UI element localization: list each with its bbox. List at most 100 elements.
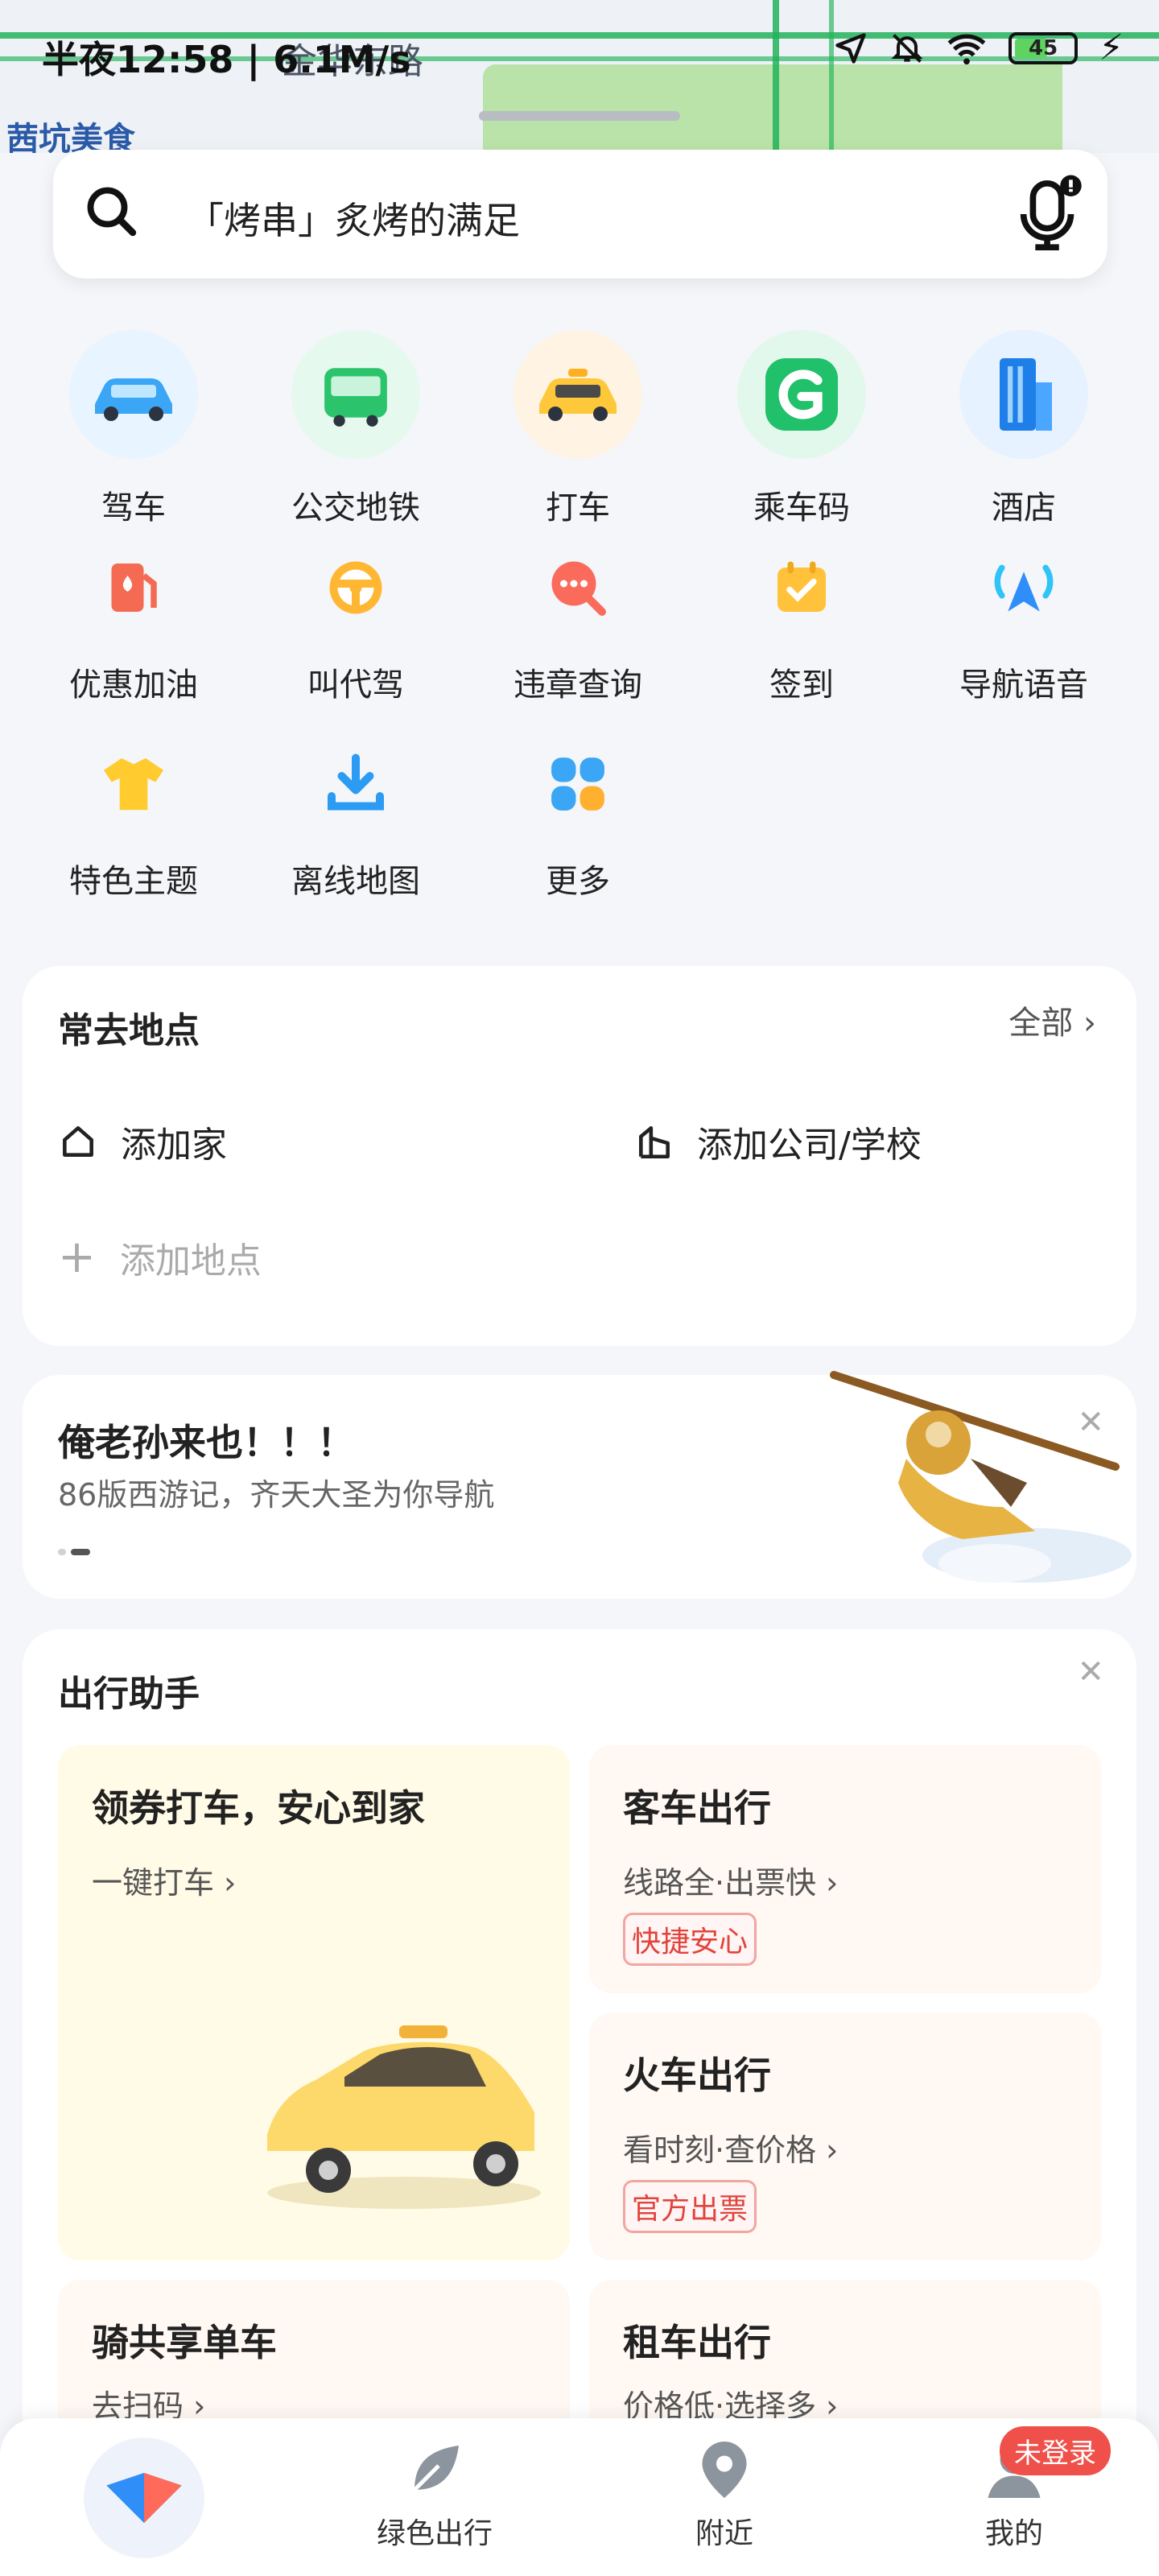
status-time: 半夜12:58 | 6.1M/s: [42, 38, 411, 81]
grid-item-checkin[interactable]: 签到: [713, 539, 890, 705]
banner-pagination: [58, 1549, 90, 1555]
car-icon: [95, 378, 172, 421]
violation-search-icon: [551, 561, 606, 616]
tshirt-icon: [103, 758, 164, 811]
grid-item-ride-code[interactable]: 乘车码: [713, 330, 890, 528]
add-home-button[interactable]: 添加家: [58, 1116, 227, 1167]
grid-item-label: 打车: [546, 489, 610, 526]
battery-icon: 45: [1008, 32, 1079, 64]
panel-subtitle: 一键打车 ›: [92, 1865, 237, 1901]
close-icon[interactable]: ✕: [1077, 1653, 1104, 1690]
microphone-icon[interactable]: [1016, 174, 1083, 254]
grid-item-drive[interactable]: 驾车: [45, 330, 222, 528]
search-icon: [87, 187, 137, 237]
more-grid-icon: [551, 758, 604, 811]
grid-item-more[interactable]: 更多: [489, 736, 666, 902]
hotel-icon: [1000, 358, 1052, 431]
nav-nearby[interactable]: 附近: [644, 2438, 805, 2552]
grid-item-label: 优惠加油: [69, 667, 198, 704]
grid-item-hotel[interactable]: 酒店: [935, 330, 1112, 528]
status-icons: 45 ⚡: [833, 31, 1124, 66]
ride-code-icon: [765, 358, 838, 431]
panel-tag: 官方出票: [623, 2180, 757, 2233]
grid-item-fuel[interactable]: 优惠加油: [45, 539, 222, 705]
grid-item-label: 公交地铁: [291, 489, 420, 526]
steering-wheel-icon: [329, 561, 382, 614]
map-poi-label: 文化: [6, 147, 71, 153]
nav-label: 绿色出行: [376, 2517, 493, 2550]
panel-title: 骑共享单车: [92, 2321, 277, 2364]
grid-item-label: 驾车: [101, 489, 166, 526]
grid-item-label: 特色主题: [69, 863, 198, 900]
navigation-voice-icon: [994, 564, 1054, 612]
wifi-icon: [947, 34, 986, 65]
promo-banner[interactable]: 俺老孙来也！！！ 86版西游记，齐天大圣为你导航 ✕: [23, 1371, 1136, 1599]
grid-item-offline-map[interactable]: 离线地图: [267, 736, 444, 902]
search-bar[interactable]: 「烤串」炙烤的满足: [53, 150, 1107, 279]
grid-item-label: 更多: [546, 863, 610, 900]
grid-item-violation[interactable]: 违章查询: [489, 539, 666, 705]
grid-item-label: 叫代驾: [307, 667, 404, 704]
battery-level: 45: [1029, 36, 1058, 60]
bus-icon: [324, 368, 387, 427]
calendar-check-icon: [777, 561, 826, 612]
taxi-coupon-panel[interactable]: 领券打车，安心到家 一键打车 ›: [58, 1745, 570, 2260]
location-arrow-icon: [835, 33, 866, 64]
assistant-title: 出行助手: [58, 1674, 200, 1715]
panel-subtitle: 线路全·出票快 ›: [623, 1865, 839, 1901]
nav-home[interactable]: [84, 2438, 204, 2558]
login-badge: 未登录: [1000, 2426, 1111, 2475]
frequent-places-card: 常去地点 全部 › 添加家 添加公司/学校 + 添加地点: [23, 966, 1136, 1346]
train-panel[interactable]: 火车出行 看时刻·查价格 › 官方出票: [589, 2013, 1101, 2260]
search-placeholder: 「烤串」炙烤的满足: [187, 199, 520, 242]
chevron-right-icon: ›: [1083, 1005, 1096, 1042]
office-icon: [639, 1126, 670, 1159]
status-bar: 半夜12:58 | 6.1M/s 45 ⚡: [0, 0, 1159, 105]
grid-item-taxi[interactable]: 打车: [489, 330, 666, 528]
grid-item-designated-driver[interactable]: 叫代驾: [267, 539, 444, 705]
add-work-label: 添加公司/学校: [697, 1125, 922, 1166]
panel-title: 租车出行: [623, 2321, 771, 2364]
view-all-link[interactable]: 全部 ›: [1008, 997, 1096, 1043]
banner-subtitle: 86版西游记，齐天大圣为你导航: [58, 1477, 495, 1513]
grid-item-label: 酒店: [992, 489, 1056, 526]
charging-icon: ⚡: [1099, 27, 1124, 68]
home-map-icon: [106, 2472, 182, 2524]
frequent-places-title: 常去地点: [58, 1010, 200, 1051]
home-icon: [63, 1126, 93, 1157]
panel-title: 领券打车，安心到家: [92, 1786, 425, 1830]
download-icon: [328, 753, 384, 811]
close-icon[interactable]: ✕: [1077, 1404, 1104, 1441]
banner-title: 俺老孙来也！！！: [58, 1421, 354, 1464]
nav-label: 附近: [695, 2517, 753, 2550]
add-place-label: 添加地点: [119, 1241, 262, 1282]
panel-title: 客车出行: [623, 1786, 771, 1830]
leaf-icon: [413, 2446, 459, 2491]
nav-green-travel[interactable]: 绿色出行: [354, 2438, 515, 2552]
grid-item-theme[interactable]: 特色主题: [45, 736, 222, 902]
add-work-button[interactable]: 添加公司/学校: [634, 1116, 922, 1167]
grid-item-label: 导航语音: [959, 667, 1088, 704]
grid-item-nav-voice[interactable]: 导航语音: [935, 539, 1112, 705]
panel-tag: 快捷安心: [623, 1913, 757, 1966]
add-home-label: 添加家: [121, 1125, 227, 1166]
drag-handle[interactable]: [479, 111, 680, 121]
add-place-button[interactable]: + 添加地点: [58, 1232, 262, 1283]
coach-panel[interactable]: 客车出行 线路全·出票快 › 快捷安心: [589, 1745, 1101, 1993]
location-pin-icon: [702, 2442, 747, 2498]
taxi-illustration: [267, 2025, 541, 2209]
nav-label: 我的: [984, 2517, 1043, 2550]
grid-item-bus[interactable]: 公交地铁: [267, 330, 444, 528]
grid-item-label: 离线地图: [291, 863, 420, 900]
grid-item-label: 签到: [769, 667, 834, 704]
grid-item-label: 乘车码: [753, 489, 850, 526]
panel-title: 火车出行: [623, 2054, 771, 2097]
grid-item-label: 违章查询: [514, 667, 642, 704]
taxi-icon: [539, 369, 617, 421]
bell-off-icon: [891, 34, 923, 63]
panel-subtitle: 看时刻·查价格 ›: [623, 2132, 839, 2168]
plus-icon: +: [58, 1231, 96, 1283]
view-all-label: 全部: [1008, 1005, 1074, 1042]
fuel-icon: [111, 564, 157, 612]
bottom-navigation: 绿色出行 附近 我的 未登录: [0, 2418, 1159, 2576]
